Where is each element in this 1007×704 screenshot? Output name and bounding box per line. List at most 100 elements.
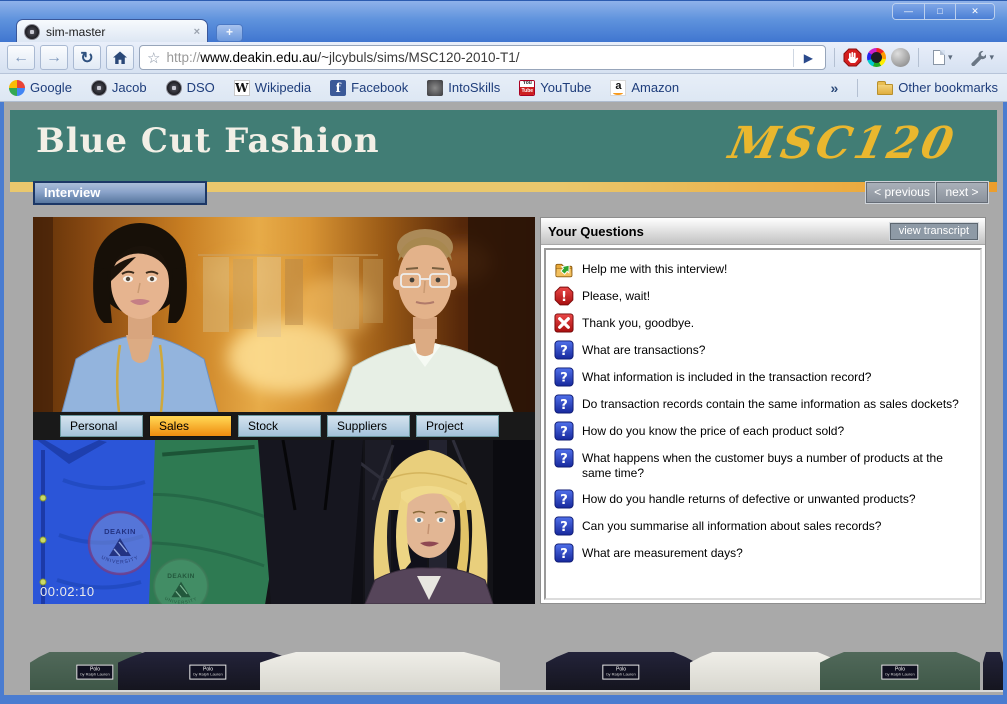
intoskills-icon <box>427 80 443 96</box>
question-item[interactable]: How do you know the price of each produc… <box>554 421 972 441</box>
chevron-down-icon: ▾ <box>948 52 953 63</box>
question-item[interactable]: What information is included in the tran… <box>554 367 972 387</box>
watermark-text: DEAKIN <box>104 527 136 536</box>
view-transcript-button[interactable]: view transcript <box>890 223 978 240</box>
interview-scene-top <box>33 217 535 412</box>
globe-extension-icon[interactable] <box>891 48 910 67</box>
question-icon <box>554 340 574 360</box>
url-scheme: http:// <box>166 50 200 65</box>
new-tab-button[interactable]: + <box>216 24 243 42</box>
question-item[interactable]: Can you summarise all information about … <box>554 516 972 536</box>
chevron-down-icon: ▾ <box>989 52 994 63</box>
bookmark-amazon[interactable]: a Amazon <box>610 80 679 96</box>
question-item-help[interactable]: Help me with this interview! <box>554 259 972 279</box>
tab-close-icon[interactable]: × <box>194 26 200 38</box>
tab-suppliers[interactable]: Suppliers <box>327 415 410 437</box>
polo-label: Poloby Ralph Lauren <box>602 664 639 679</box>
interview-video-area[interactable]: Personal Sales Stock Suppliers Project <box>33 217 535 604</box>
scene-bottom-graphic: DEAKIN UNIVERSITY DEAKIN UNIVERSITY <box>33 440 535 604</box>
dark-coat <box>258 440 363 604</box>
question-icon <box>554 367 574 387</box>
question-item[interactable]: What happens when the customer buys a nu… <box>554 448 972 482</box>
toolbar-separator <box>918 48 919 67</box>
bookmark-label: Wikipedia <box>255 80 311 95</box>
tab-interview[interactable]: Interview <box>33 181 207 205</box>
question-item-goodbye[interactable]: Thank you, goodbye. <box>554 313 972 333</box>
folded-shirt-edge <box>983 652 1003 690</box>
polo-label: Poloby Ralph Lauren <box>76 664 113 679</box>
folded-shirt-navy: Poloby Ralph Lauren <box>546 652 696 690</box>
folded-shirt-green: Poloby Ralph Lauren <box>820 652 980 690</box>
tools-menu-button[interactable]: ▾ <box>963 45 1000 70</box>
tab-favicon <box>24 24 40 40</box>
bookmark-youtube[interactable]: YouTube YouTube <box>519 80 591 96</box>
bookmark-dso[interactable]: DSO <box>166 80 215 96</box>
bookmarks-separator <box>857 79 858 97</box>
forward-button[interactable]: → <box>40 45 68 70</box>
google-icon <box>9 80 25 96</box>
adblock-stop-hand-icon[interactable] <box>843 48 862 67</box>
interview-scene-bottom: DEAKIN UNIVERSITY DEAKIN UNIVERSITY 00:0… <box>33 440 535 604</box>
question-item-wait[interactable]: Please, wait! <box>554 286 972 306</box>
address-bar[interactable]: ☆ http://www.deakin.edu.au/~jlcybuls/sim… <box>139 45 826 70</box>
page-content: Blue Cut Fashion MSC120 Interview < prev… <box>4 102 1003 695</box>
reload-button[interactable]: ↻ <box>73 45 101 70</box>
questions-header: Your Questions view transcript <box>541 218 985 245</box>
browser-tab[interactable]: sim-master × <box>16 19 208 43</box>
questions-list: Help me with this interview! Please, wai… <box>544 248 982 600</box>
question-icon <box>554 516 574 536</box>
tab-project[interactable]: Project <box>416 415 499 437</box>
toolbar-separator <box>834 48 835 67</box>
home-icon <box>112 50 128 66</box>
bookmark-google[interactable]: Google <box>9 80 72 96</box>
tab-sales[interactable]: Sales <box>149 415 232 437</box>
question-item[interactable]: What are measurement days? <box>554 543 972 563</box>
course-code-badge: MSC120 <box>724 118 960 169</box>
url-text[interactable]: http://www.deakin.edu.au/~jlcybuls/sims/… <box>166 50 786 65</box>
questions-panel: Your Questions view transcript Help me w… <box>540 217 986 604</box>
help-icon <box>554 259 574 279</box>
question-item[interactable]: What are transactions? <box>554 340 972 360</box>
watermark-text: DEAKIN <box>167 573 195 580</box>
bookmark-label: IntoSkills <box>448 80 500 95</box>
bookmark-label: Jacob <box>112 80 147 95</box>
bookmark-star-icon[interactable]: ☆ <box>147 49 160 67</box>
bookmark-facebook[interactable]: f Facebook <box>330 80 408 96</box>
next-button[interactable]: next > <box>936 182 988 203</box>
folded-shirt-white <box>690 652 840 690</box>
window-controls: — □ ✕ <box>892 3 995 20</box>
page-menu-button[interactable]: ▾ <box>927 45 959 70</box>
questions-title: Your Questions <box>548 224 890 239</box>
home-button[interactable] <box>106 45 134 70</box>
previous-button[interactable]: < previous <box>866 182 938 203</box>
other-bookmarks-label: Other bookmarks <box>898 80 998 95</box>
tab-stock[interactable]: Stock <box>238 415 321 437</box>
tab-personal[interactable]: Personal <box>60 415 143 437</box>
back-button[interactable]: ← <box>7 45 35 70</box>
question-icon <box>554 394 574 414</box>
url-path: /~jlcybuls/sims/MSC120-2010-T1/ <box>317 50 519 65</box>
wait-icon <box>554 286 574 306</box>
maximize-button[interactable]: □ <box>924 4 955 19</box>
page-title: Blue Cut Fashion <box>36 121 380 161</box>
video-timestamp: 00:02:10 <box>40 584 95 599</box>
minimize-button[interactable]: — <box>893 4 924 19</box>
bookmark-jacob[interactable]: Jacob <box>91 80 147 96</box>
wikipedia-icon: W <box>234 80 250 96</box>
folder-icon <box>877 84 893 95</box>
amazon-icon: a <box>610 80 626 96</box>
color-picker-extension-icon[interactable] <box>867 48 886 67</box>
go-button[interactable]: ▶ <box>793 49 823 67</box>
other-bookmarks-button[interactable]: Other bookmarks <box>877 80 998 95</box>
polo-label: Poloby Ralph Lauren <box>189 664 226 679</box>
bookmark-intoskills[interactable]: IntoSkills <box>427 80 500 96</box>
close-button[interactable]: ✕ <box>955 4 994 19</box>
bookmarks-overflow-chevron[interactable]: » <box>831 80 839 96</box>
question-item[interactable]: Do transaction records contain the same … <box>554 394 972 414</box>
bookmark-wikipedia[interactable]: W Wikipedia <box>234 80 311 96</box>
shirt-strip: Poloby Ralph Lauren Poloby Ralph Lauren … <box>30 652 1003 690</box>
tab-title: sim-master <box>46 25 188 39</box>
deakin-shield-icon <box>166 80 182 96</box>
deakin-watermark: DEAKIN UNIVERSITY <box>89 512 151 574</box>
question-item[interactable]: How do you handle returns of defective o… <box>554 489 972 509</box>
